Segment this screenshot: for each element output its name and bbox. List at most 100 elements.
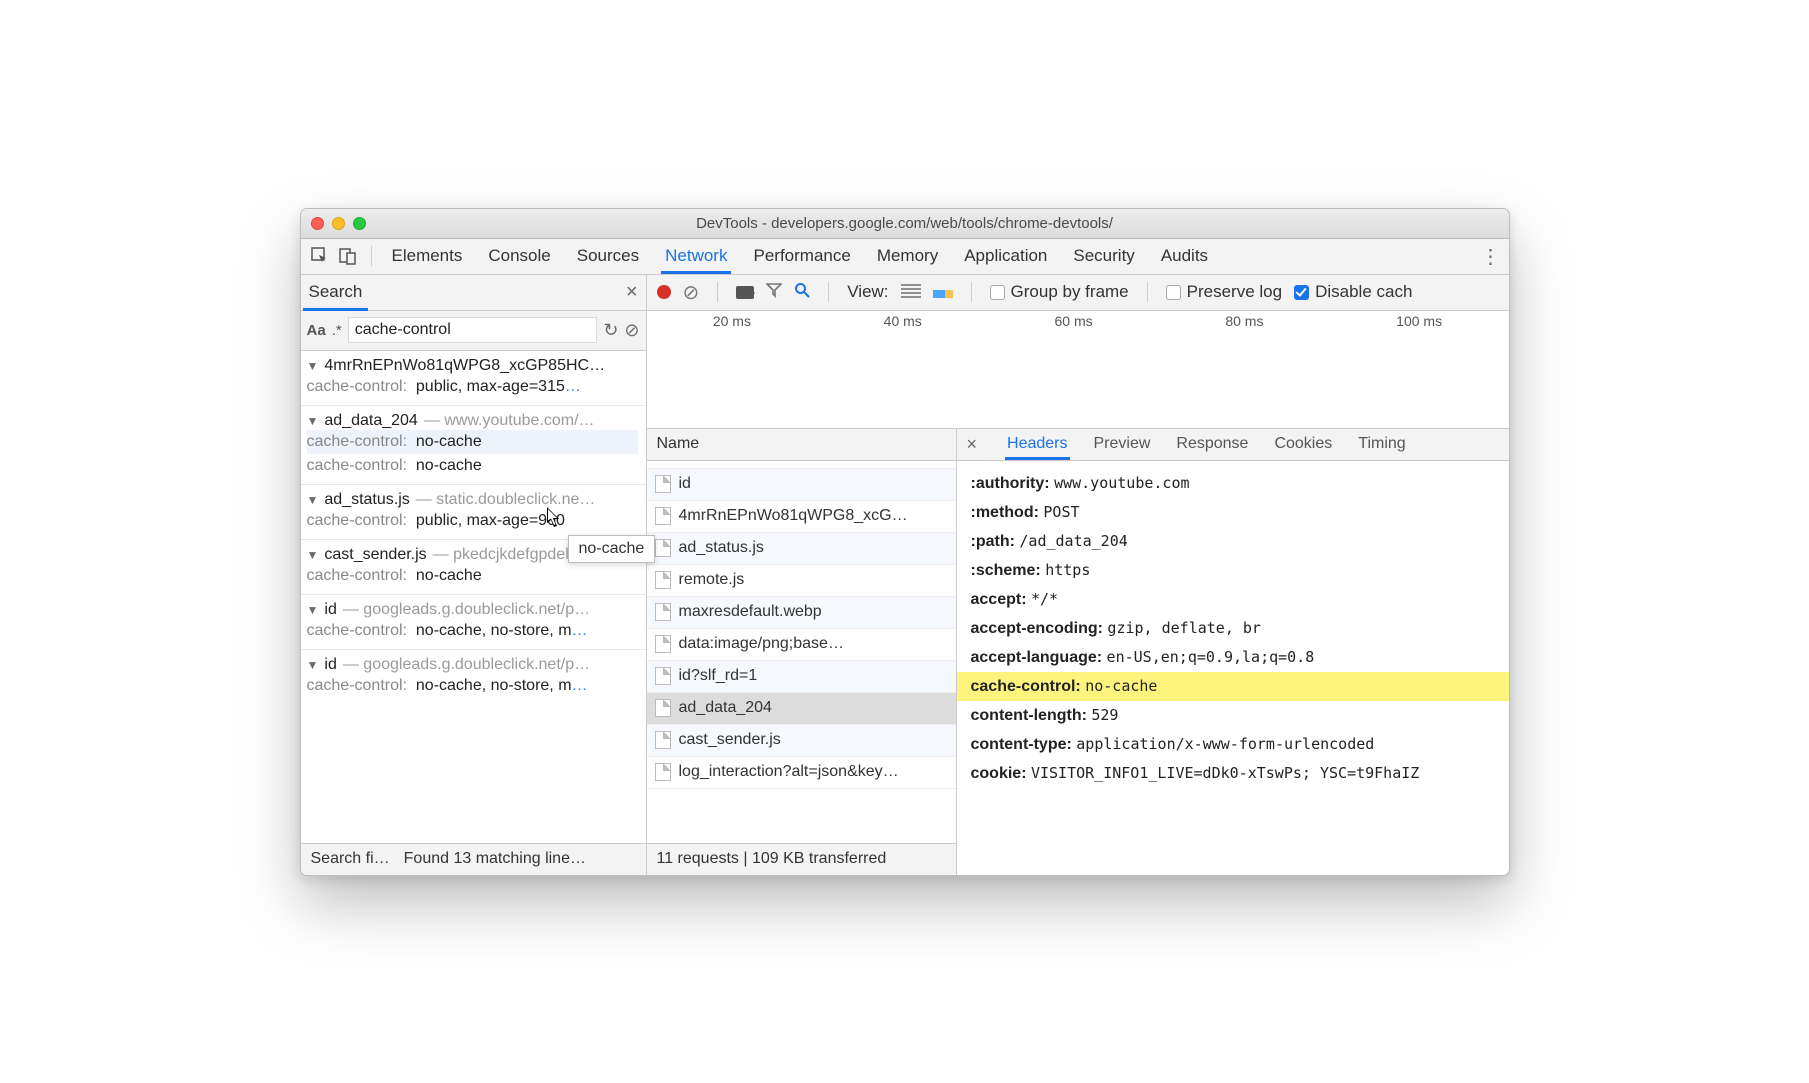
header-value: /ad_data_204 bbox=[1019, 532, 1127, 550]
request-list-header[interactable]: Name bbox=[647, 429, 956, 461]
header-row[interactable]: accept-encoding: gzip, deflate, br bbox=[971, 614, 1495, 643]
preserve-log-checkbox[interactable]: Preserve log bbox=[1166, 282, 1282, 302]
header-row[interactable]: cookie: VISITOR_INFO1_LIVE=dDk0-xTswPs; … bbox=[971, 759, 1495, 788]
device-toolbar-icon[interactable] bbox=[337, 245, 359, 267]
request-name: remote.js bbox=[679, 571, 745, 589]
detail-tab-timing[interactable]: Timing bbox=[1358, 435, 1405, 453]
search-result-header[interactable]: ▼id — googleads.g.doubleclick.net/p… bbox=[307, 601, 638, 619]
filter-icon[interactable] bbox=[766, 282, 782, 303]
clear-icon[interactable]: ⊘ bbox=[624, 320, 639, 341]
header-row[interactable]: :scheme: https bbox=[971, 556, 1495, 585]
table-row[interactable]: ad_status.js bbox=[647, 533, 956, 565]
table-row[interactable]: 4mrRnEPnWo81qWPG8_xcG… bbox=[647, 501, 956, 533]
panel-tab-application[interactable]: Application bbox=[964, 246, 1047, 266]
minimize-window-button[interactable] bbox=[332, 217, 345, 230]
search-result-header[interactable]: ▼4mrRnEPnWo81qWPG8_xcGP85HC… bbox=[307, 357, 638, 375]
tick-label: 40 ms bbox=[884, 313, 922, 329]
screenshot-icon[interactable] bbox=[736, 286, 754, 299]
detail-tab-preview[interactable]: Preview bbox=[1094, 435, 1151, 453]
search-result-line[interactable]: cache-control: no-cache bbox=[307, 564, 638, 588]
panel-tab-sources[interactable]: Sources bbox=[577, 246, 639, 266]
overflow-menu-icon[interactable]: ⋮ bbox=[1481, 244, 1501, 269]
request-list: Name id4mrRnEPnWo81qWPG8_xcG… ad_status.j… bbox=[647, 429, 957, 875]
result-origin: — pkedcjkdefgpdelp… bbox=[433, 546, 594, 564]
table-row[interactable]: data:image/png;base… bbox=[647, 629, 956, 661]
view-list-icon[interactable] bbox=[901, 284, 921, 300]
header-row[interactable]: content-type: application/x-www-form-url… bbox=[971, 730, 1495, 759]
search-result-header[interactable]: ▼ad_data_204 — www.youtube.com/… bbox=[307, 412, 638, 430]
detail-tab-response[interactable]: Response bbox=[1176, 435, 1248, 453]
search-result-header[interactable]: ▼id — googleads.g.doubleclick.net/p… bbox=[307, 656, 638, 674]
divider bbox=[1147, 282, 1148, 302]
regex-toggle[interactable]: .* bbox=[332, 322, 342, 339]
view-waterfall-icon[interactable] bbox=[933, 290, 953, 298]
file-icon bbox=[655, 763, 671, 781]
header-row[interactable]: :method: POST bbox=[971, 498, 1495, 527]
close-icon[interactable]: × bbox=[626, 281, 638, 304]
search-result-header[interactable]: ▼ad_status.js — static.doubleclick.ne… bbox=[307, 491, 638, 509]
detail-tab-headers[interactable]: Headers bbox=[1007, 435, 1067, 453]
request-name: ad_status.js bbox=[679, 539, 764, 557]
file-icon bbox=[655, 571, 671, 589]
disclosure-triangle-icon: ▼ bbox=[307, 658, 319, 672]
panel-tab-console[interactable]: Console bbox=[488, 246, 550, 266]
header-key: :method: bbox=[971, 504, 1039, 521]
table-row[interactable]: log_interaction?alt=json&key… bbox=[647, 757, 956, 789]
header-row[interactable]: :path: /ad_data_204 bbox=[971, 527, 1495, 556]
overview-timeline[interactable]: 20 ms40 ms60 ms80 ms100 ms bbox=[647, 311, 1509, 429]
close-icon[interactable]: × bbox=[967, 434, 978, 455]
zoom-window-button[interactable] bbox=[353, 217, 366, 230]
table-row[interactable]: cast_sender.js bbox=[647, 725, 956, 757]
group-by-frame-checkbox[interactable]: Group by frame bbox=[990, 282, 1129, 302]
panel-tab-memory[interactable]: Memory bbox=[877, 246, 938, 266]
header-row[interactable]: accept: */* bbox=[971, 585, 1495, 614]
search-result-header[interactable]: ▼cast_sender.js — pkedcjkdefgpdelp… bbox=[307, 546, 638, 564]
header-row[interactable]: accept-language: en-US,en;q=0.9,la;q=0.8 bbox=[971, 643, 1495, 672]
file-icon bbox=[655, 635, 671, 653]
file-icon bbox=[655, 475, 671, 493]
header-row[interactable]: :authority: www.youtube.com bbox=[971, 469, 1495, 498]
search-result-line[interactable]: cache-control: no-cache, no-store, m… bbox=[307, 674, 638, 698]
table-row[interactable]: ad_data_204 bbox=[647, 693, 956, 725]
header-key: accept: bbox=[971, 591, 1027, 608]
header-value: */* bbox=[1031, 590, 1058, 608]
window-controls bbox=[311, 217, 366, 230]
panel-tab-audits[interactable]: Audits bbox=[1161, 246, 1208, 266]
search-result-line[interactable]: cache-control: no-cache bbox=[307, 454, 638, 478]
disable-cache-checkbox[interactable]: Disable cach bbox=[1294, 282, 1412, 302]
panel-tab-performance[interactable]: Performance bbox=[753, 246, 850, 266]
table-row[interactable]: id?slf_rd=1 bbox=[647, 661, 956, 693]
record-button[interactable] bbox=[657, 285, 671, 299]
table-row[interactable] bbox=[647, 461, 956, 469]
search-result-line[interactable]: cache-control: no-cache bbox=[307, 430, 638, 454]
main-area: Search × Aa .* ↻ ⊘ ▼4mrRnEPnWo81qWPG8_xc… bbox=[301, 275, 1509, 875]
search-result-line[interactable]: cache-control: public, max-age=900 bbox=[307, 509, 638, 533]
panel-tab-security[interactable]: Security bbox=[1073, 246, 1134, 266]
search-result-line[interactable]: cache-control: no-cache, no-store, m… bbox=[307, 619, 638, 643]
header-row[interactable]: content-length: 529 bbox=[971, 701, 1495, 730]
request-name: id?slf_rd=1 bbox=[679, 667, 758, 685]
search-tab-label[interactable]: Search bbox=[309, 282, 363, 302]
timeline-ticks: 20 ms40 ms60 ms80 ms100 ms bbox=[647, 311, 1509, 329]
inspect-element-icon[interactable] bbox=[309, 245, 331, 267]
match-case-toggle[interactable]: Aa bbox=[307, 322, 326, 339]
table-row[interactable]: id bbox=[647, 469, 956, 501]
search-icon[interactable] bbox=[794, 282, 810, 303]
result-file-name: ad_data_204 bbox=[324, 412, 417, 430]
refresh-icon[interactable]: ↻ bbox=[603, 320, 618, 341]
search-footer: Search fi… Found 13 matching line… bbox=[301, 843, 646, 875]
close-window-button[interactable] bbox=[311, 217, 324, 230]
result-origin: — googleads.g.doubleclick.net/p… bbox=[343, 601, 590, 619]
search-result-line[interactable]: cache-control: public, max-age=315… bbox=[307, 375, 638, 399]
result-file-name: ad_status.js bbox=[324, 491, 409, 509]
search-input[interactable] bbox=[348, 317, 598, 343]
header-row[interactable]: cache-control: no-cache bbox=[957, 672, 1509, 701]
disclosure-triangle-icon: ▼ bbox=[307, 414, 319, 428]
panel-tab-elements[interactable]: Elements bbox=[392, 246, 463, 266]
detail-tab-cookies[interactable]: Cookies bbox=[1274, 435, 1332, 453]
table-row[interactable]: maxresdefault.webp bbox=[647, 597, 956, 629]
clear-icon[interactable]: ⊘ bbox=[683, 280, 700, 305]
panel-tab-network[interactable]: Network bbox=[665, 246, 727, 266]
table-row[interactable]: remote.js bbox=[647, 565, 956, 597]
tick-label: 80 ms bbox=[1225, 313, 1263, 329]
